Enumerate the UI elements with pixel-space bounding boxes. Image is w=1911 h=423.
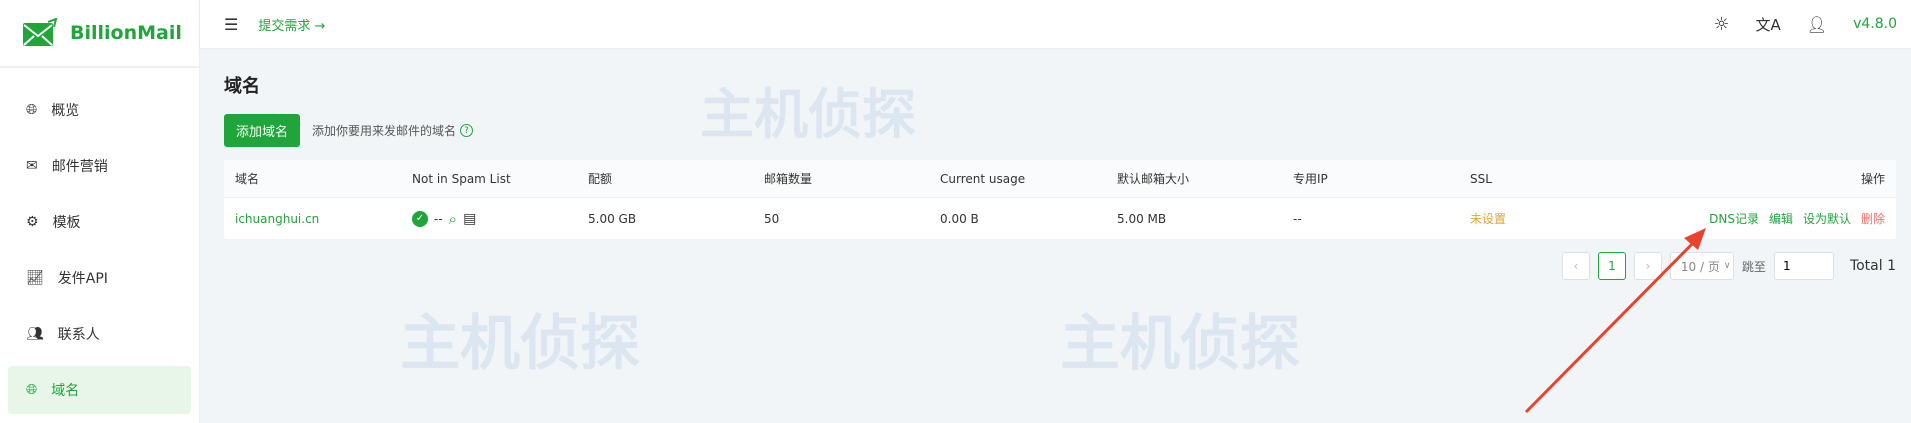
annotation-arrow xyxy=(1524,228,1706,414)
